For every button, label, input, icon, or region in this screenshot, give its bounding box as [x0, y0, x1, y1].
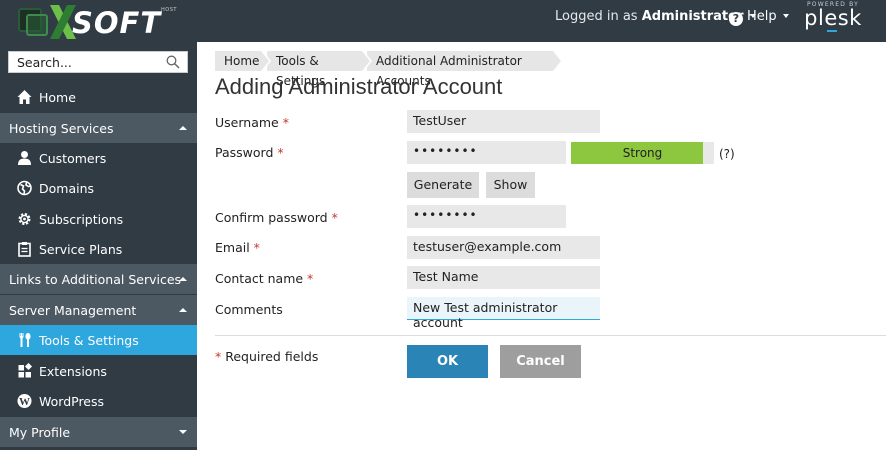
form-divider	[215, 335, 886, 336]
tools-icon	[19, 333, 31, 347]
user-menu[interactable]: Logged in as Administrator	[555, 9, 756, 24]
required-marker: *	[331, 210, 338, 225]
ok-button[interactable]: OK	[407, 345, 488, 378]
sidebar-item-wordpress[interactable]: W WordPress	[0, 386, 197, 416]
sidebar-group-server-management[interactable]: Server Management	[0, 295, 197, 325]
breadcrumb-tools-settings[interactable]: Tools & Settings	[267, 51, 372, 88]
breadcrumb-home[interactable]: Home	[215, 51, 271, 71]
sidebar-group-my-profile[interactable]: My Profile	[0, 417, 197, 447]
required-fields-note: * Required fields	[215, 349, 319, 364]
help-label: Help	[747, 9, 777, 24]
puzzle-icon	[18, 363, 33, 378]
page-title: Adding Administrator Account	[215, 74, 503, 99]
search-input[interactable]: Search...	[8, 51, 188, 73]
sidebar-item-label: Subscriptions	[39, 212, 124, 227]
sidebar-item-label: Tools & Settings	[39, 333, 139, 348]
logo-wordmark: SOFT	[72, 6, 162, 40]
globe-icon	[17, 180, 32, 196]
chevron-down-icon	[782, 14, 789, 18]
password-strength-label: Strong	[622, 146, 663, 160]
sidebar-item-customers[interactable]: Customers	[0, 143, 197, 173]
contact-name-label: Contact name *	[215, 271, 314, 286]
sidebar-item-label: Service Plans	[39, 242, 123, 257]
home-icon	[17, 90, 32, 104]
sidebar-item-extensions[interactable]: Extensions	[0, 356, 197, 386]
search-placeholder: Search...	[17, 55, 72, 70]
sidebar-item-label: Customers	[39, 151, 107, 166]
chevron-down-icon	[179, 430, 187, 434]
plesk-brand: plesk	[804, 6, 862, 30]
password-strength-meter: Strong	[571, 142, 714, 164]
logo[interactable]: SOFT HOST	[6, 2, 186, 40]
password-field[interactable]: ••••••••	[407, 141, 566, 164]
chevron-up-icon	[179, 308, 187, 312]
sidebar-item-domains[interactable]: Domains	[0, 173, 197, 203]
sidebar-item-label: Extensions	[39, 364, 107, 379]
confirm-password-field[interactable]: ••••••••	[407, 205, 566, 228]
user-icon	[18, 151, 31, 165]
comments-field[interactable]: New Test administrator account	[407, 297, 600, 330]
sidebar-group-label: My Profile	[9, 425, 71, 440]
required-marker: *	[307, 271, 314, 286]
logged-in-prefix: Logged in as	[555, 9, 638, 24]
chevron-up-icon	[179, 126, 187, 130]
sidebar: Search... Home Hosting Services Customer…	[0, 42, 197, 450]
sidebar-group-label: Hosting Services	[9, 121, 114, 136]
email-field[interactable]: testuser@example.com	[407, 236, 600, 259]
username-field[interactable]: TestUser	[407, 110, 600, 133]
email-label: Email *	[215, 240, 260, 255]
sidebar-group-label: Server Management	[9, 303, 137, 318]
sidebar-group-hosting-services[interactable]: Hosting Services	[0, 113, 197, 143]
username-label: Username *	[215, 115, 289, 130]
sidebar-item-service-plans[interactable]: Service Plans	[0, 234, 197, 264]
required-marker: *	[282, 115, 289, 130]
password-strength-help[interactable]: (?)	[719, 147, 735, 161]
powered-by-plesk: POWERED BY plesk	[803, 1, 863, 32]
sidebar-item-label: Domains	[39, 181, 95, 196]
breadcrumb-additional-admin-accounts[interactable]: Additional Administrator Accounts	[367, 51, 561, 88]
search-icon[interactable]	[166, 55, 180, 69]
sidebar-item-subscriptions[interactable]: Subscriptions	[0, 204, 197, 234]
sidebar-item-tools-settings[interactable]: Tools & Settings	[0, 325, 197, 355]
comments-label: Comments	[215, 302, 283, 317]
svg-text:W: W	[19, 396, 30, 408]
wordpress-icon: W	[17, 394, 32, 408]
logo-subtext: HOST	[161, 7, 177, 13]
sidebar-item-label: Home	[39, 90, 76, 105]
generate-button[interactable]: Generate	[407, 172, 479, 198]
sidebar-item-home[interactable]: Home	[0, 82, 197, 112]
password-label: Password *	[215, 145, 284, 160]
cancel-button[interactable]: Cancel	[500, 345, 581, 378]
chevron-up-icon	[179, 277, 187, 281]
show-button[interactable]: Show	[486, 172, 535, 198]
help-menu[interactable]: ? Help	[729, 9, 789, 26]
clipboard-icon	[18, 242, 31, 257]
sidebar-group-links-additional-services[interactable]: Links to Additional Services	[0, 264, 197, 294]
gear-icon	[18, 212, 31, 226]
required-marker: *	[253, 240, 260, 255]
sidebar-item-label: WordPress	[39, 394, 105, 409]
help-icon: ?	[729, 12, 743, 26]
plesk-underline	[827, 30, 837, 32]
required-marker: *	[277, 145, 284, 160]
contact-name-field[interactable]: Test Name	[407, 266, 600, 289]
sidebar-group-label: Links to Additional Services	[9, 272, 182, 287]
top-header: SOFT HOST Logged in as Administrator ? He…	[0, 0, 886, 42]
confirm-password-label: Confirm password *	[215, 210, 338, 225]
